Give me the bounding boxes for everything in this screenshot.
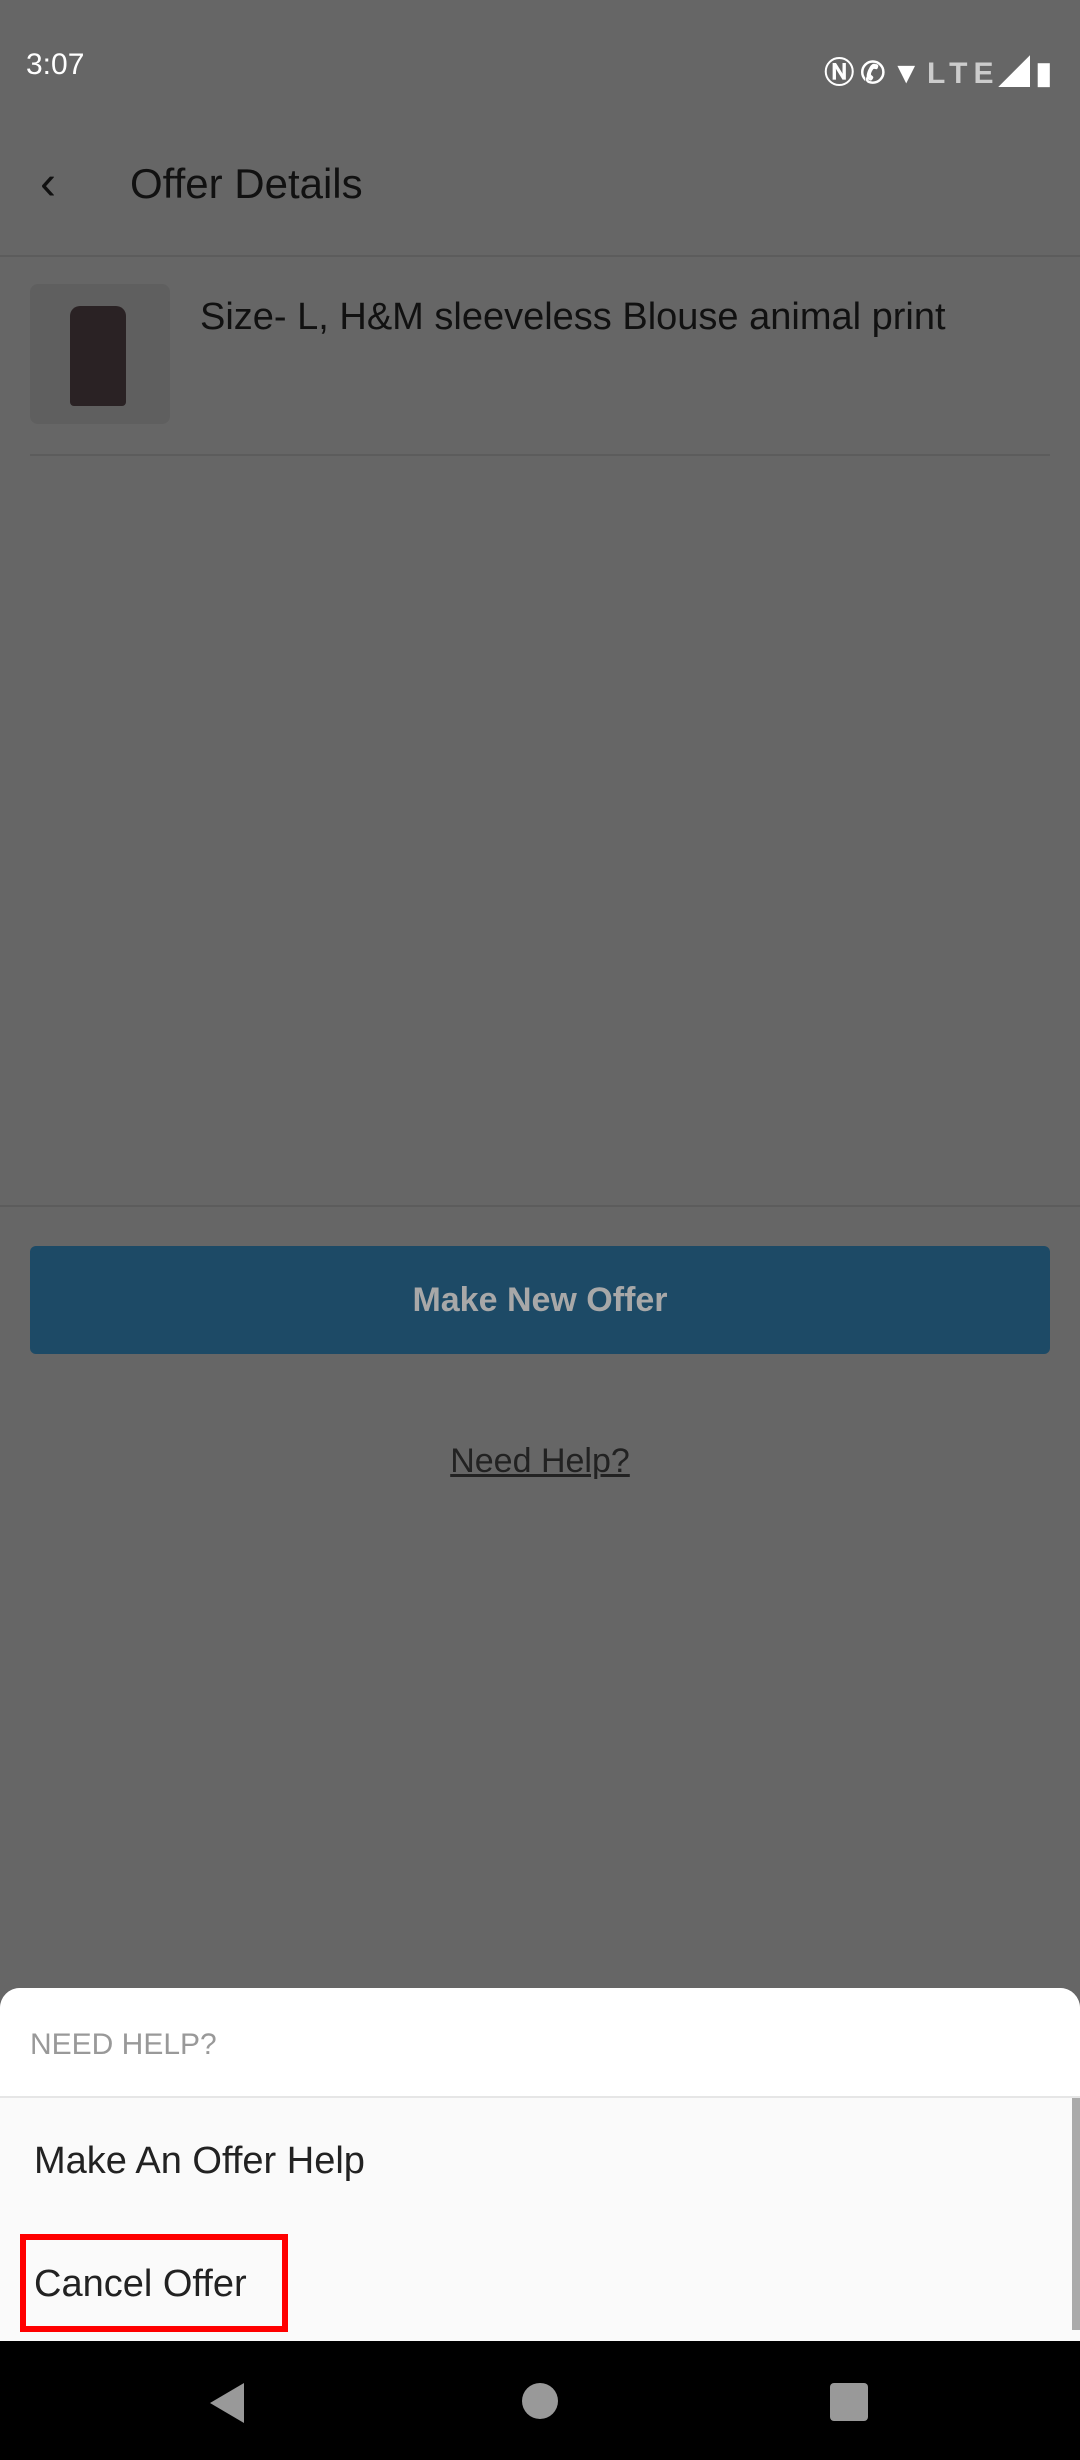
back-button[interactable]: ‹ [40, 160, 56, 208]
divider [0, 1205, 1080, 1207]
wifi-icon: ▼ [891, 57, 928, 90]
wifi-calling-icon: ✆ [860, 57, 892, 90]
sheet-title: NEED HELP? [30, 2028, 217, 2061]
nfc-icon: Ⓝ [824, 57, 861, 90]
make-an-offer-help-option[interactable]: Make An Offer Help [34, 2140, 365, 2183]
lte-icon: LTE [927, 57, 1000, 90]
navigation-bar [0, 2341, 1080, 2460]
product-title: Size- L, H&M sleeveless Blouse animal pr… [200, 296, 946, 338]
status-time: 3:07 [26, 48, 85, 81]
app-header: ‹ Offer Details [0, 110, 1080, 257]
sheet-header: NEED HELP? [0, 1988, 1080, 2098]
product-row[interactable]: Size- L, H&M sleeveless Blouse animal pr… [30, 284, 1050, 456]
product-thumbnail [30, 284, 170, 424]
make-new-offer-button[interactable]: Make New Offer [30, 1246, 1050, 1354]
nav-recents-icon[interactable] [830, 2383, 868, 2421]
blouse-image [70, 306, 126, 406]
battery-charging-icon: ▮ [1035, 57, 1058, 90]
nav-home-icon[interactable] [522, 2383, 558, 2419]
chevron-left-icon: ‹ [40, 157, 56, 210]
nav-back-icon[interactable] [210, 2383, 244, 2423]
need-help-bottom-sheet: NEED HELP? Make An Offer Help Cancel Off… [0, 1988, 1080, 2341]
need-help-link[interactable]: Need Help? [0, 1442, 1080, 1481]
highlight-box [20, 2234, 288, 2332]
page-title: Offer Details [130, 160, 363, 207]
status-icons: Ⓝ✆▼LTE◢▮ [824, 48, 1058, 92]
scrollbar[interactable] [1072, 2098, 1080, 2330]
signal-icon: ◢ [999, 57, 1036, 90]
status-bar: 3:07 Ⓝ✆▼LTE◢▮ [0, 0, 1080, 110]
